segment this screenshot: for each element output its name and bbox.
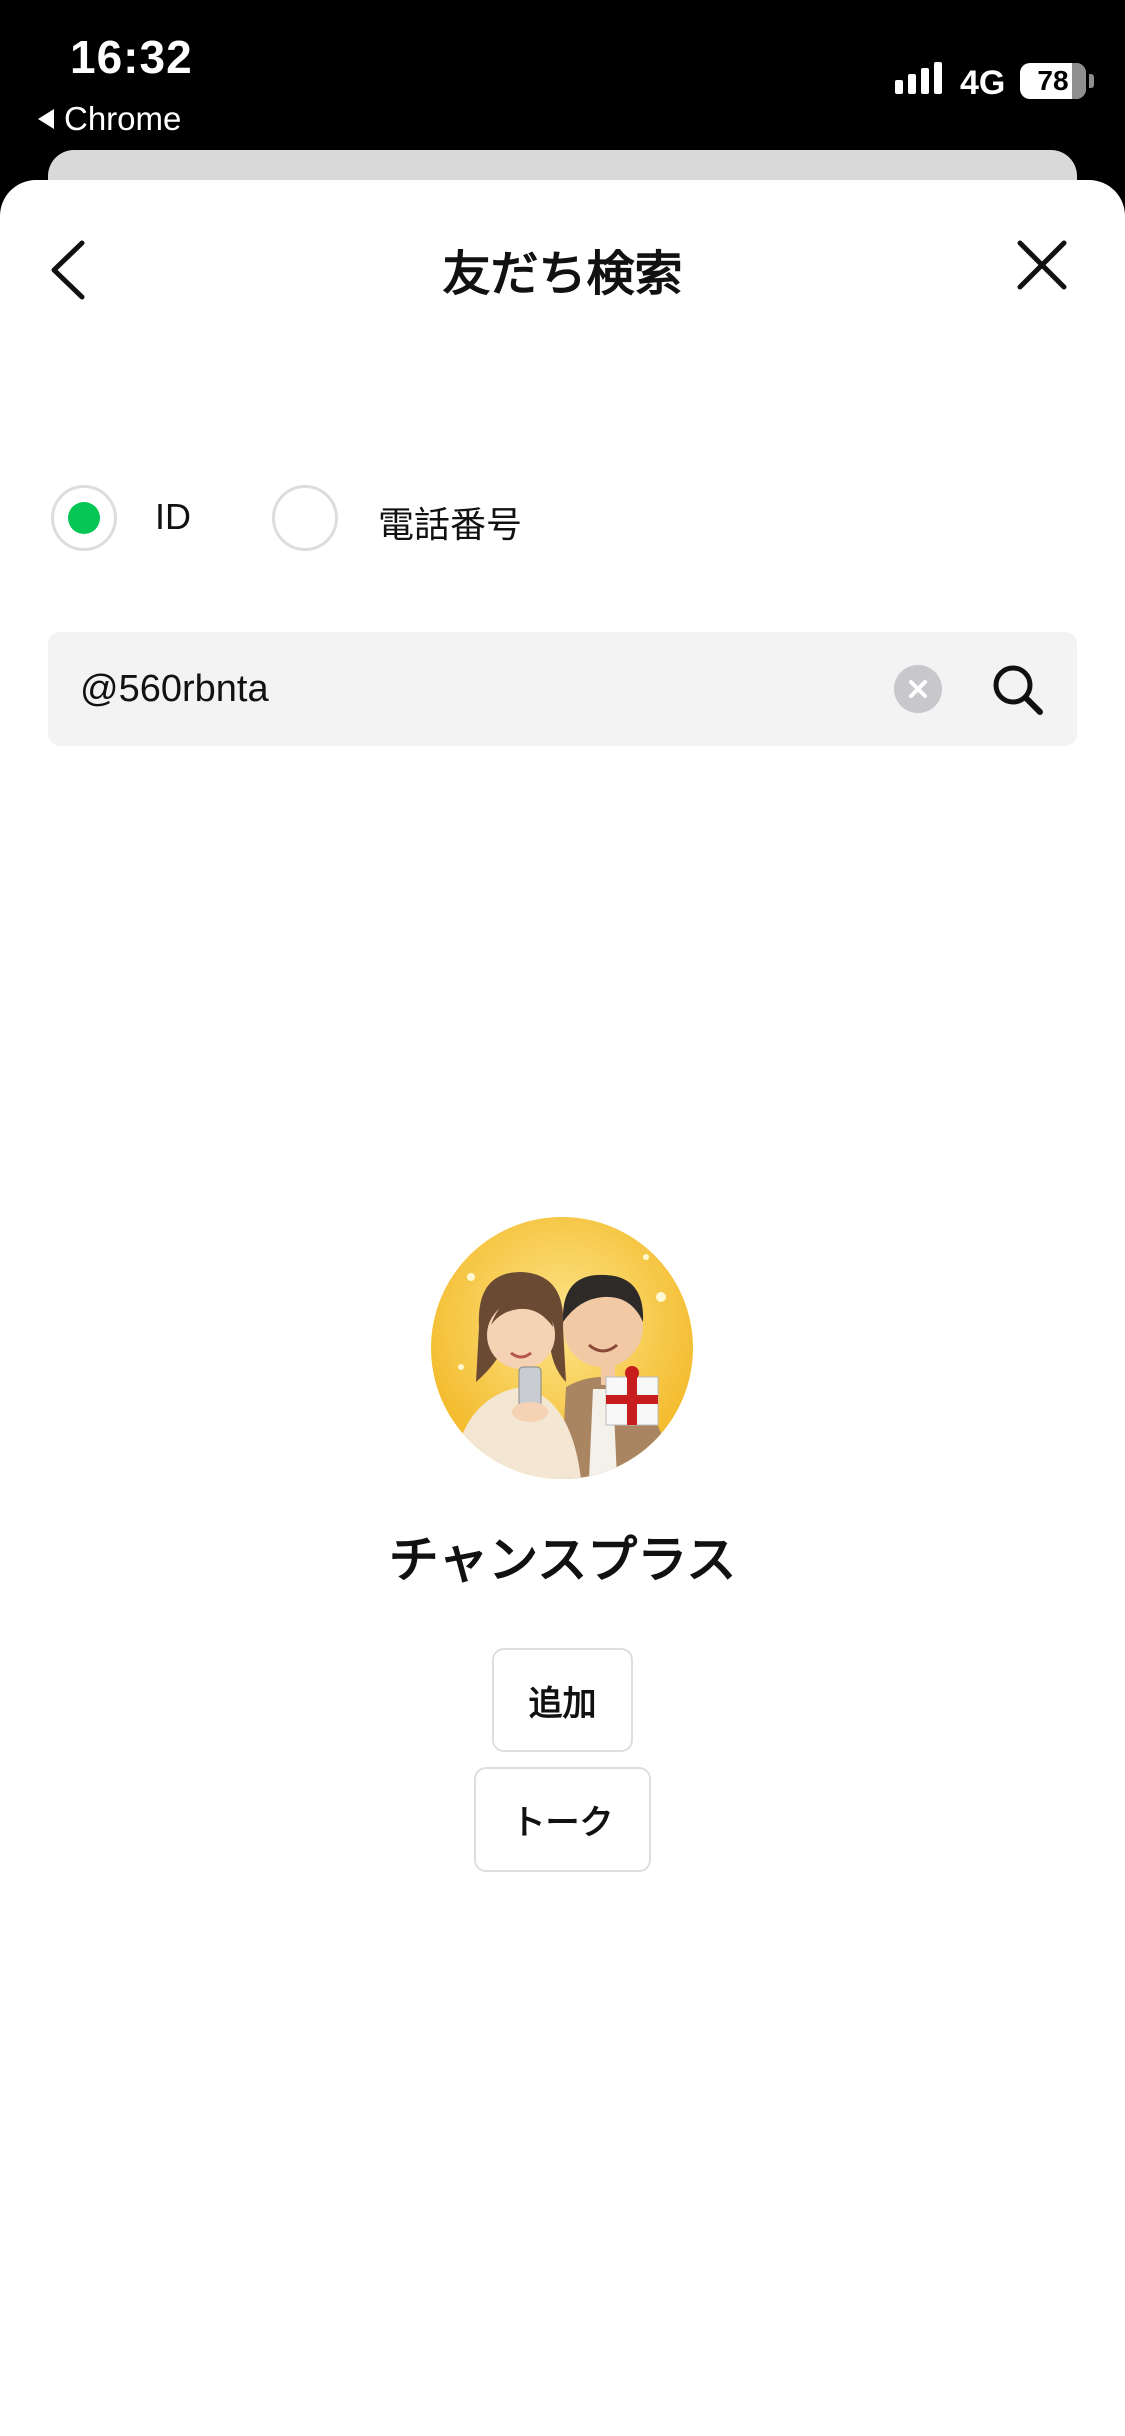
battery-level: 78 xyxy=(1037,65,1069,96)
profile-name: チャンスプラス xyxy=(388,1532,737,1588)
battery-icon: 78 xyxy=(1020,63,1086,99)
cellular-signal-icon xyxy=(895,62,942,94)
network-type: 4G xyxy=(960,64,1006,102)
friend-search-sheet: 友だち検索 ID 電話番号 @560rbnta チャンスプラス 追加 トーク xyxy=(0,180,1125,2436)
talk-button[interactable]: トーク xyxy=(474,1767,651,1872)
radio-phone[interactable] xyxy=(272,485,338,551)
radio-selected-dot xyxy=(68,502,100,534)
radio-id[interactable] xyxy=(51,485,117,551)
back-to-app-link[interactable]: Chrome xyxy=(38,100,181,138)
search-bar xyxy=(48,632,1077,746)
add-friend-button[interactable]: 追加 xyxy=(492,1648,633,1752)
page-title: 友だち検索 xyxy=(442,248,683,301)
close-icon[interactable] xyxy=(1012,235,1072,295)
search-input[interactable] xyxy=(80,632,900,746)
battery-cap xyxy=(1089,74,1094,88)
radio-phone-label[interactable]: 電話番号 xyxy=(378,496,522,548)
radio-id-label[interactable]: ID xyxy=(155,496,191,538)
back-triangle-icon xyxy=(38,109,54,129)
clear-icon[interactable] xyxy=(894,665,942,713)
search-icon[interactable] xyxy=(988,660,1048,720)
status-time: 16:32 xyxy=(70,31,193,83)
back-app-label: Chrome xyxy=(64,100,182,137)
profile-avatar[interactable] xyxy=(431,1217,693,1479)
